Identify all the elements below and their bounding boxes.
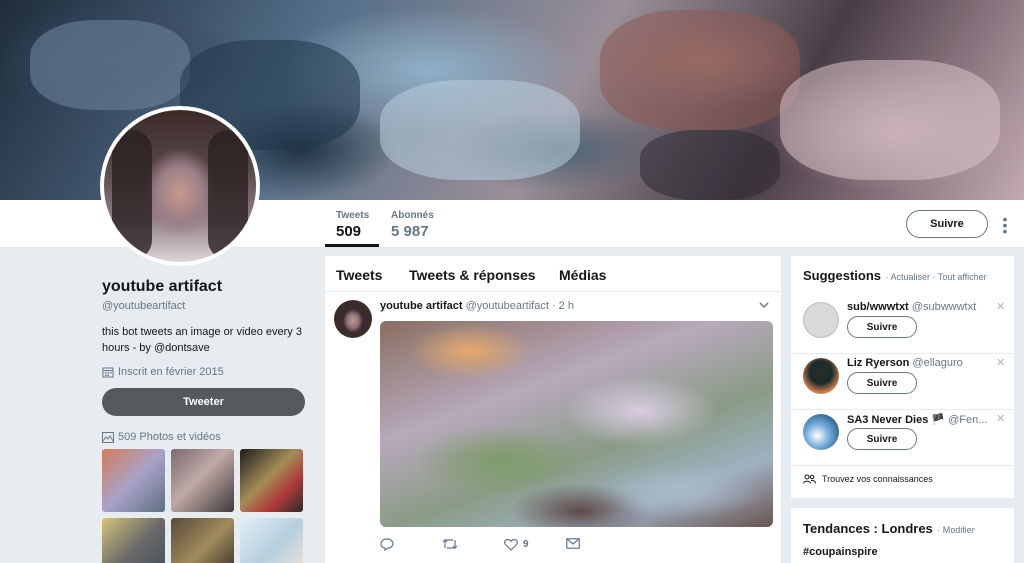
media-grid: [102, 449, 307, 563]
message-icon[interactable]: [566, 538, 580, 549]
trends-panel: Tendances : Londres · Modifier #coupains…: [791, 508, 1014, 563]
find-friends-link[interactable]: Trouvez vos connaissances: [803, 474, 933, 484]
suggestions-links[interactable]: · Actualiser · Tout afficher: [885, 272, 986, 282]
suggestion-name[interactable]: SA3 Never Dies 🏴 @Fen...: [847, 413, 987, 426]
stat-followers[interactable]: Abonnés 5 987: [391, 210, 434, 240]
image-icon: [102, 431, 114, 443]
tweet-author-name[interactable]: youtube artifact: [380, 300, 463, 312]
trends-change-link[interactable]: · Modifier: [937, 525, 975, 535]
media-thumb[interactable]: [240, 449, 303, 512]
suggestions-title: Suggestions: [803, 268, 882, 283]
stat-tweets[interactable]: Tweets 509: [336, 210, 369, 240]
profile-name[interactable]: youtube artifact: [102, 278, 307, 296]
calendar-icon: [102, 367, 114, 378]
stat-followers-label: Abonnés: [391, 210, 434, 221]
suggestion-avatar[interactable]: [803, 302, 839, 338]
media-count-text: 509 Photos et vidéos: [118, 431, 221, 443]
tweet-header: youtube artifact @youtubeartifact · 2 h: [380, 300, 574, 312]
suggestion-avatar[interactable]: [803, 358, 839, 394]
profile-handle[interactable]: @youtubeartifact: [102, 300, 307, 312]
trends-title: Tendances : Londres: [803, 521, 933, 536]
active-tab-indicator: [325, 244, 379, 247]
like-button[interactable]: 9: [504, 538, 529, 551]
stat-followers-value: 5 987: [391, 223, 429, 240]
close-icon[interactable]: ✕: [996, 356, 1005, 369]
suggestion-name[interactable]: sub/wwwtxt @subwwwtxt: [847, 301, 987, 313]
media-count[interactable]: 509 Photos et vidéos: [102, 431, 307, 443]
suggestion-name[interactable]: Liz Ryerson @ellaguro: [847, 357, 987, 369]
retweet-icon[interactable]: [442, 538, 458, 550]
suggestion-avatar[interactable]: [803, 414, 839, 450]
follow-button[interactable]: Suivre: [906, 210, 988, 238]
stat-tweets-value: 509: [336, 223, 362, 240]
media-thumb[interactable]: [102, 518, 165, 563]
close-icon[interactable]: ✕: [996, 300, 1005, 313]
find-friends-text: Trouvez vos connaissances: [822, 474, 933, 484]
suggestions-header: Suggestions · Actualiser · Tout afficher: [791, 256, 1014, 285]
media-thumb[interactable]: [171, 518, 234, 563]
reply-icon[interactable]: [380, 538, 394, 551]
suggestion-follow-button[interactable]: Suivre: [847, 428, 917, 450]
tab-media[interactable]: Médias: [559, 267, 606, 283]
like-count: 9: [523, 539, 529, 550]
profile-sidebar: youtube artifact @youtubeartifact this b…: [102, 278, 307, 563]
people-icon: [803, 474, 816, 484]
suggestion-follow-button[interactable]: Suivre: [847, 316, 917, 338]
timeline: Tweets Tweets & réponses Médias youtube …: [325, 256, 781, 563]
chevron-down-icon[interactable]: [759, 300, 769, 312]
tweet-author-handle[interactable]: @youtubeartifact · 2 h: [466, 300, 574, 312]
profile-joined-text: Inscrit en février 2015: [118, 366, 224, 378]
trend-item[interactable]: #coupainspire: [803, 546, 1002, 558]
more-options-icon[interactable]: • • •: [1000, 212, 1010, 238]
tweet-to-button[interactable]: Tweeter: [102, 388, 305, 416]
suggestion-item: SA3 Never Dies 🏴 @Fen... Suivre ✕: [791, 410, 1014, 466]
tweet-actions: 9: [380, 538, 640, 554]
media-thumb[interactable]: [171, 449, 234, 512]
profile-avatar[interactable]: [100, 106, 260, 266]
profile-joined: Inscrit en février 2015: [102, 366, 307, 378]
tweet-media[interactable]: [380, 321, 773, 527]
tab-tweets-replies[interactable]: Tweets & réponses: [409, 267, 536, 283]
tab-tweets[interactable]: Tweets: [336, 267, 382, 283]
timeline-tabs: Tweets Tweets & réponses Médias: [325, 256, 781, 292]
close-icon[interactable]: ✕: [996, 412, 1005, 425]
suggestion-follow-button[interactable]: Suivre: [847, 372, 917, 394]
media-thumb[interactable]: [102, 449, 165, 512]
stat-tweets-label: Tweets: [336, 210, 370, 221]
suggestion-item: Liz Ryerson @ellaguro Suivre ✕: [791, 354, 1014, 410]
suggestion-item: sub/wwwtxt @subwwwtxt Suivre ✕: [791, 298, 1014, 354]
profile-bio: this bot tweets an image or video every …: [102, 326, 302, 354]
trends-header: Tendances : Londres · Modifier: [803, 520, 1002, 538]
heart-icon: [504, 538, 518, 551]
media-thumb[interactable]: [240, 518, 303, 563]
tweet-avatar[interactable]: [334, 300, 372, 338]
suggestions-panel: Suggestions · Actualiser · Tout afficher…: [791, 256, 1014, 498]
